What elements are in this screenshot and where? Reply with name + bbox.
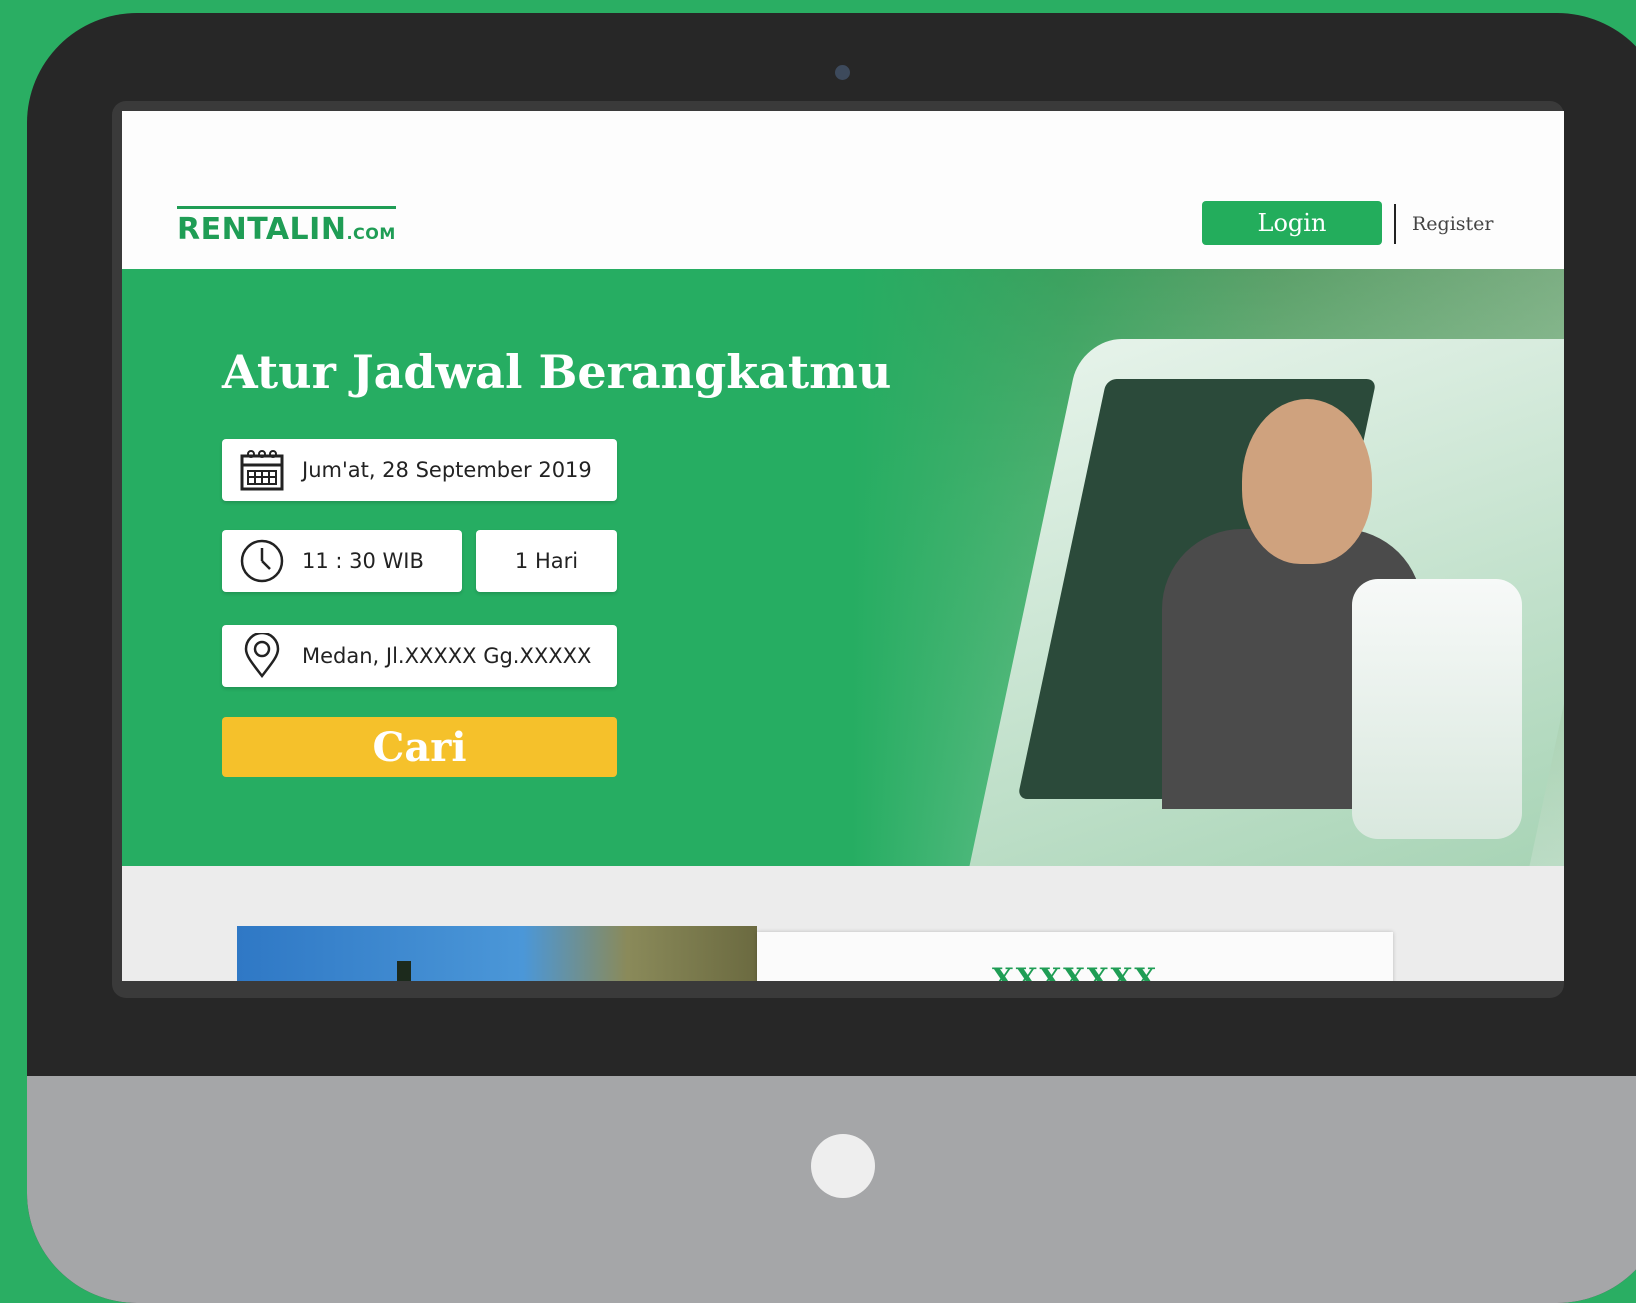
tablet-device: RENTALIN.COM Login Register Atur Jadwal … — [27, 13, 1636, 1303]
logo[interactable]: RENTALIN.COM — [177, 206, 396, 247]
duration-picker[interactable]: 1 Hari — [476, 530, 617, 592]
tree-silhouette — [397, 961, 411, 981]
login-button[interactable]: Login — [1202, 201, 1382, 245]
duration-value: 1 Hari — [514, 549, 579, 573]
hero-title: Atur Jadwal Berangkatmu — [222, 345, 892, 399]
content-section: XXXXXXX — [122, 866, 1564, 981]
hero-photo-driver-van — [852, 269, 1564, 866]
calendar-icon — [222, 448, 302, 492]
screen: RENTALIN.COM Login Register Atur Jadwal … — [122, 111, 1564, 981]
search-button[interactable]: Cari — [222, 717, 617, 777]
card-image[interactable] — [237, 926, 757, 981]
header-divider — [1394, 204, 1396, 244]
location-input[interactable]: Medan, Jl.XXXXX Gg.XXXXX — [222, 625, 617, 687]
clock-icon — [222, 538, 302, 584]
card-heading: XXXXXXX — [992, 962, 1159, 981]
logo-tld: .COM — [346, 224, 396, 243]
time-value: 11 : 30 WIB — [302, 549, 424, 573]
location-value: Medan, Jl.XXXXX Gg.XXXXX — [302, 644, 592, 668]
card-panel: XXXXXXX — [757, 932, 1393, 981]
time-picker[interactable]: 11 : 30 WIB — [222, 530, 462, 592]
driver-face — [1242, 399, 1372, 564]
site-header: RENTALIN.COM Login Register — [122, 111, 1564, 269]
date-value: Jum'at, 28 September 2019 — [302, 458, 592, 482]
home-button[interactable] — [811, 1134, 875, 1198]
logo-main: RENTALIN — [177, 212, 347, 247]
side-mirror — [1352, 579, 1522, 839]
camera-icon — [835, 65, 850, 80]
location-pin-icon — [222, 633, 302, 679]
register-link[interactable]: Register — [1412, 213, 1494, 235]
date-picker[interactable]: Jum'at, 28 September 2019 — [222, 439, 617, 501]
hero-section: Atur Jadwal Berangkatmu Jum'at, 28 Septe… — [122, 269, 1564, 866]
